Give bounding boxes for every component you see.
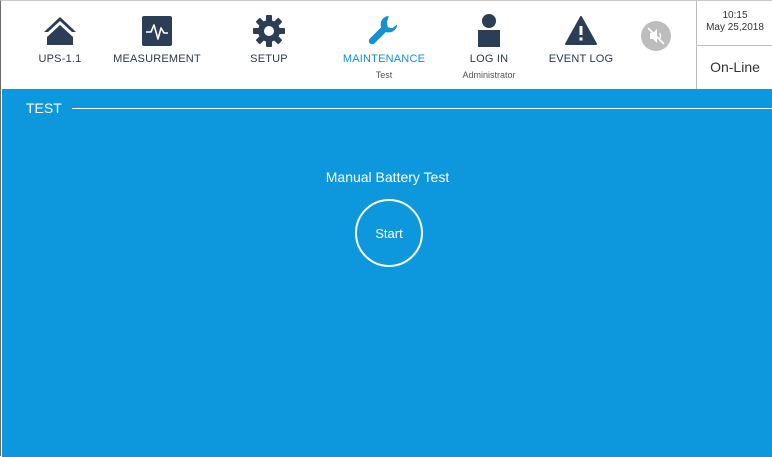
gear-icon: [251, 13, 287, 49]
manual-battery-test-title: Manual Battery Test: [325, 169, 450, 185]
nav-measurement[interactable]: MEASUREMENT: [107, 1, 207, 89]
nav-setup-label: SETUP: [250, 53, 288, 65]
nav-maintenance[interactable]: MAINTENANCE Test: [334, 1, 434, 89]
nav-maintenance-sublabel: Test: [375, 70, 393, 80]
ups-screen: UPS-1.1 MEASUREMENT SETUP MAINTENANCE Te…: [0, 0, 772, 457]
mute-button[interactable]: [641, 21, 671, 51]
nav-login[interactable]: LOG IN Administrator: [449, 1, 529, 89]
speaker-muted-icon: [641, 21, 671, 51]
nav-maintenance-label: MAINTENANCE: [342, 53, 426, 65]
clock-date: May 25,2018: [706, 22, 764, 33]
start-test-label: Start: [375, 225, 403, 241]
section-title: TEST: [26, 100, 62, 116]
clock: 10:15 May 25,2018: [697, 1, 772, 45]
warning-icon: [563, 13, 599, 49]
wrench-icon: [366, 13, 402, 49]
user-icon: [471, 13, 507, 49]
clock-time: 10:15: [722, 10, 748, 21]
top-navigation-bar: UPS-1.1 MEASUREMENT SETUP MAINTENANCE Te…: [1, 1, 772, 89]
nav-ups-label: UPS-1.1: [38, 53, 82, 65]
home-icon: [42, 13, 78, 49]
nav-login-label: LOG IN: [469, 53, 509, 65]
section-divider: [72, 108, 772, 109]
nav-measurement-label: MEASUREMENT: [113, 53, 201, 65]
waveform-icon: [139, 13, 175, 49]
nav-ups[interactable]: UPS-1.1: [21, 1, 99, 89]
nav-setup[interactable]: SETUP: [233, 1, 305, 89]
start-test-button[interactable]: Start: [355, 199, 423, 267]
test-panel: TEST Manual Battery Test Start: [2, 89, 772, 457]
nav-login-sublabel: Administrator: [462, 70, 516, 80]
nav-eventlog[interactable]: EVENT LOG: [541, 1, 621, 89]
ups-status: On-Line: [710, 59, 760, 75]
nav-eventlog-label: EVENT LOG: [548, 53, 614, 65]
